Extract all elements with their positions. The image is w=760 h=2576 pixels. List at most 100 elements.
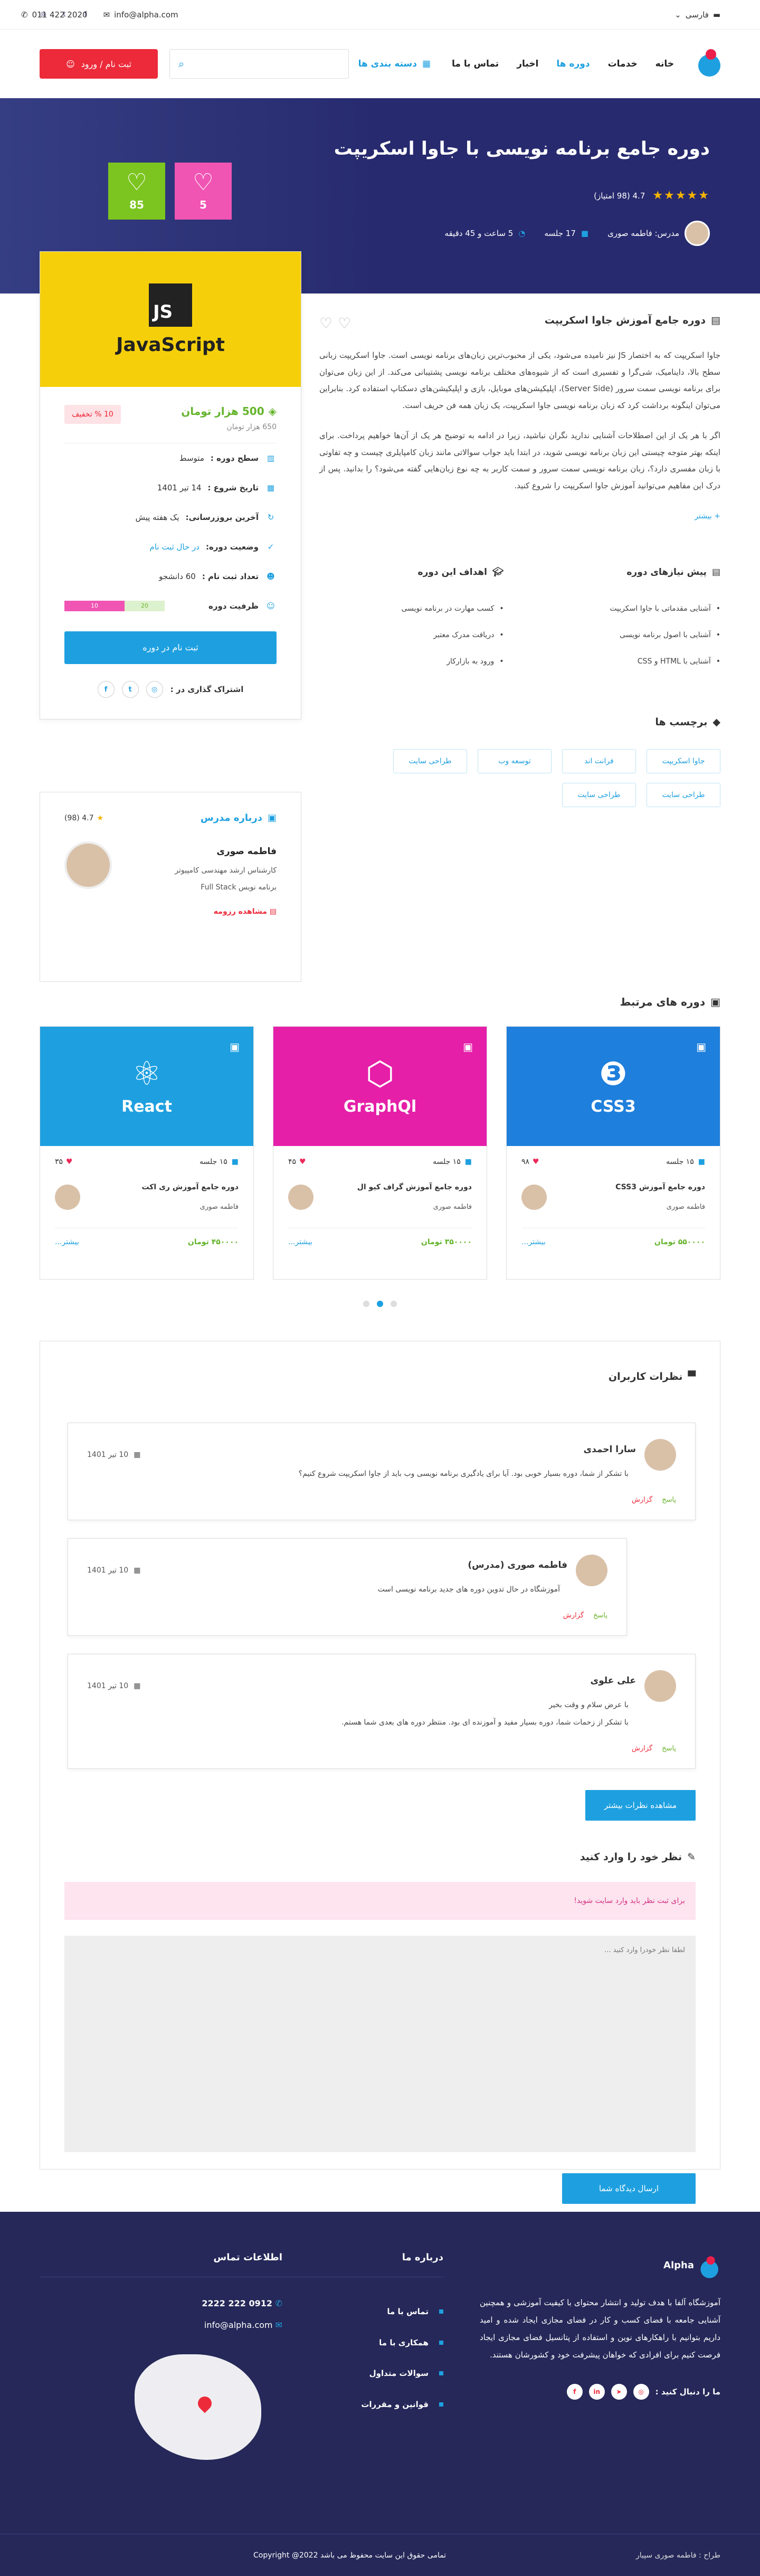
instagram-icon[interactable]: ◎ [146,681,163,698]
broken-heart-icon[interactable]: ♡ [338,315,351,332]
tech-logo-icon: ⚛ [132,1054,162,1093]
card-teacher: فاطمه صوری [433,1203,472,1211]
footer-email[interactable]: ✉ info@alpha.com [40,2320,282,2330]
card-more-link[interactable]: بیشتر... [288,1238,312,1246]
tag-item[interactable]: فرانت اند [562,749,636,773]
search-input[interactable] [184,60,340,68]
tag-item[interactable]: توسعه وب [478,749,552,773]
language-select[interactable]: ▬ فارسی ⌄ [674,10,720,20]
submit-comment-button[interactable]: ارسال دیدگاه شما [562,2173,696,2204]
report-button[interactable]: گزارش [632,1745,652,1753]
reply-button[interactable]: پاسخ [662,1496,676,1504]
tag-item[interactable]: جاوا اسکریپت [647,749,720,773]
course-card[interactable]: ▣ ⚛ React ■ ۱۵ جلسه ♥ ۳۵ دوره جامع آموزش ری اکت… [40,1026,254,1280]
footer-brand[interactable]: Alpha [480,2252,720,2278]
list-item: آشنایی با اصول برنامه نویسی [536,622,720,648]
twitter-icon[interactable]: t [121,681,139,698]
footer-phone[interactable]: ✆ 0912 222 2222 [40,2298,282,2308]
nav-item-news[interactable]: اخبار [517,59,538,69]
nav-item-contact[interactable]: تماس با ما [452,59,499,69]
heart-icon[interactable]: ♡ [319,315,332,332]
comments-title: ▀ نظرات کاربران [64,1371,696,1382]
linkedin-icon[interactable]: in [588,2384,605,2400]
capacity-bar: 10 20 [64,601,165,611]
spec-key: تعداد ثبت نام : [202,572,259,581]
report-button[interactable]: گزارش [632,1496,652,1504]
facebook-icon[interactable]: f [97,681,115,698]
card-likes: ♥ ۹۸ [521,1158,539,1166]
more-comments-button[interactable]: مشاهده نظرات بیشتر [585,1789,696,1821]
footer-link[interactable]: همکاری با ما [269,2327,443,2359]
reply-button[interactable]: پاسخ [662,1745,676,1753]
prereq-list: آشنایی مقدماتی با جاوا اسکریپت آشنایی با… [536,595,720,675]
search-icon[interactable]: ⌕ [178,58,184,70]
telegram-icon[interactable]: ➤ [611,2384,627,2400]
nav-item-services[interactable]: خدمات [608,59,638,69]
course-card[interactable]: ▣ ⬡ GraphQl ■ ۱۵ جلسه ♥ ۴۵ دوره جامع آموزش گراف… [273,1026,487,1280]
video-icon: ■ [231,1158,239,1166]
card-more-link[interactable]: بیشتر... [55,1238,79,1246]
like-button[interactable]: ♡ 85 [108,163,165,220]
card-price: ۴۵۰۰۰۰ تومان [187,1238,239,1246]
dislike-button[interactable]: ♡ 5 [175,163,232,220]
read-more-link[interactable]: + بیشتر [695,512,720,520]
share-row: اشتراک گذاری در : ◎ t f [64,681,277,698]
footer-bottom: طراح : فاطمه صوری سپیار تمامی حقوق این س… [0,2534,760,2576]
spec-value: در حال ثبت نام [149,542,200,552]
nav-item-home[interactable]: خانه [656,59,674,69]
footer-link[interactable]: قوانین و مقررات [269,2389,443,2420]
login-button[interactable]: ثبت نام / ورود ☺ [40,49,158,79]
card-footer: ۴۵۰۰۰۰ تومان بیشتر... [55,1228,239,1246]
nav-item-courses[interactable]: دوره ها [556,59,590,69]
card-sessions-text: ۱۵ جلسه [199,1158,227,1166]
categories-button[interactable]: ▦ دسته بندی ها [358,59,431,69]
topbar-email[interactable]: ✉ info@alpha.com [103,10,178,20]
related-courses: ▣ دوره های مرتبط ▣ ⚛ React ■ ۱۵ جلسه ♥ ۳۵ دوره ج… [40,996,720,1307]
capacity-total: 20 [125,601,165,611]
tag-item[interactable]: طراحی سایت [393,749,467,773]
card-stats: ■ ۱۵ جلسه ♥ ۹۸ [507,1146,720,1178]
reply-button[interactable]: پاسخ [593,1612,607,1620]
tag-item[interactable]: طراحی سایت [562,782,636,807]
comment-actions: گزارش پاسخ [87,1745,676,1753]
teacher-role: برنامه نویس Full Stack [201,883,277,892]
course-card[interactable]: ▣ ❸ CSS3 ■ ۱۵ جلسه ♥ ۹۸ دوره جامع آموزش CSS3 فاط… [506,1026,720,1280]
card-teacher-avatar [55,1184,80,1210]
commenter-avatar [644,1670,676,1702]
card-likes: ♥ ۴۵ [288,1158,306,1166]
card-more-link[interactable]: بیشتر... [521,1238,546,1246]
card-sessions: ■ ۱۵ جلسه [433,1158,472,1166]
card-info-row: دوره جامع آموزش CSS3 فاطمه صوری [507,1178,720,1216]
course-meta: مدرس: فاطمه صوری ■ 17 جلسه ◔ 5 ساعت و 45 د… [444,221,710,246]
site-logo[interactable] [695,47,720,81]
list-item: دریافت مدرک معتبر [319,622,504,648]
comment-date: ▦ 10 تیر 1401 [87,1555,140,1586]
card-cover: ▣ ⬡ GraphQl [273,1027,487,1146]
instagram-icon[interactable]: ◎ [633,2384,649,2400]
comments-wrap: ▀ نظرات کاربران سارا احمدی ▦ 10 تیر 1401 ب… [40,1341,720,2204]
tag-item[interactable]: طراحی سایت [647,782,720,807]
topbar-phone[interactable]: ✆ 011 422 2020 [21,10,88,20]
enroll-button[interactable]: ثبت نام در دوره [64,631,277,664]
mail-icon: ✉ [275,2320,282,2330]
footer-map[interactable] [124,2349,282,2470]
card-likes-text: ۳۵ [55,1158,63,1166]
carousel-dot[interactable] [391,1301,397,1307]
card-teacher-avatar [288,1184,314,1210]
email-text: info@alpha.com [114,10,178,20]
map-land [135,2354,261,2460]
footer-link[interactable]: تماس با ما [269,2296,443,2327]
facebook-icon[interactable]: f [566,2384,583,2400]
teacher-body: فاطمه صوری کارشناس ارشد مهندسی کامپیوتر … [64,841,277,921]
course-cover: JS JavaScript [40,252,301,387]
like-count: 85 [129,198,144,211]
card-cover: ▣ ❸ CSS3 [507,1027,720,1146]
footer-link[interactable]: سوالات متداول [269,2358,443,2389]
carousel-dot[interactable] [363,1301,369,1307]
report-button[interactable]: گزارش [563,1612,584,1620]
comment-textarea[interactable] [64,1935,696,2152]
card-info-row: دوره جامع آموزش گراف کیو ال فاطمه صوری [273,1178,487,1216]
meta-teacher[interactable]: مدرس: فاطمه صوری [607,221,710,246]
carousel-dot-active[interactable] [377,1301,383,1307]
resume-link[interactable]: ▤ مشاهده رزومه [214,903,277,920]
